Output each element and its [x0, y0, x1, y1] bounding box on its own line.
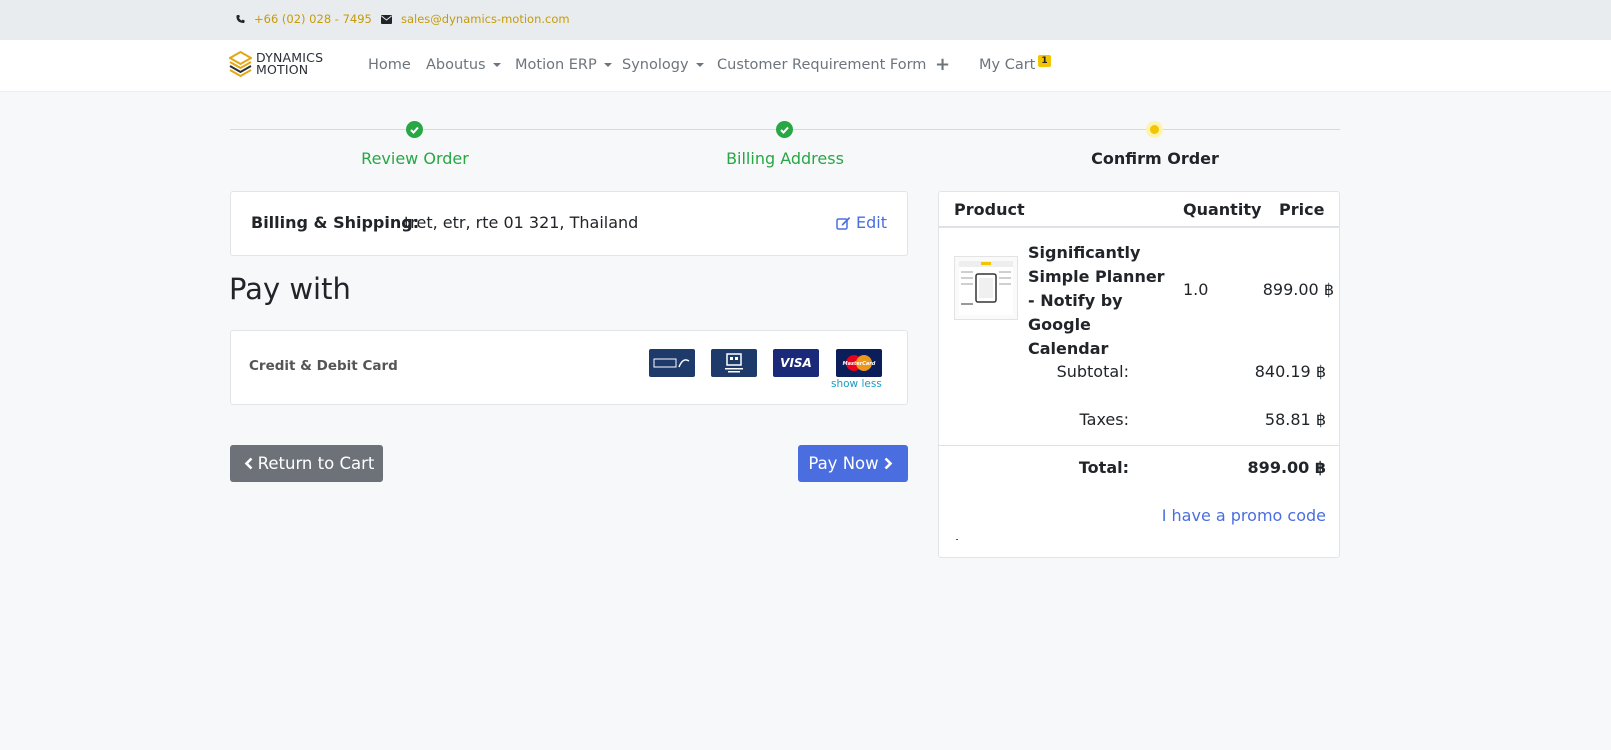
visa-icon: VISA	[773, 349, 819, 377]
payment-method-label: Credit & Debit Card	[249, 358, 398, 374]
brand-logo[interactable]: DYNAMICS MOTION	[229, 51, 323, 77]
check-circle-icon	[776, 121, 793, 138]
check-circle-icon	[406, 121, 423, 138]
pay-with-heading: Pay with	[229, 272, 351, 306]
divider	[939, 445, 1339, 446]
nav-my-cart[interactable]: My Cart 1	[979, 55, 1051, 73]
header-quantity: Quantity	[1183, 200, 1262, 219]
brand-line2: MOTION	[256, 62, 309, 77]
contact-bar: +66 (02) 028 - 7495 sales@dynamics-motio…	[0, 0, 1611, 40]
nav-synology-label: Synology	[622, 57, 689, 73]
nav-home[interactable]: Home	[368, 57, 411, 73]
caret-down-icon	[492, 63, 501, 67]
billing-address: tret, etr, rte 01 321, Thailand	[404, 213, 639, 232]
caret-down-icon	[695, 63, 704, 67]
header-product: Product	[954, 200, 1025, 219]
product-price: 899.00 ฿	[1262, 280, 1334, 299]
mastercard-icon: MasterCard	[836, 349, 882, 377]
envelope-icon	[381, 14, 392, 24]
email-text: sales@dynamics-motion.com	[401, 12, 570, 26]
cart-count-badge: 1	[1038, 55, 1051, 67]
chevron-right-icon	[884, 457, 892, 470]
edit-label: Edit	[856, 213, 887, 232]
order-summary-card: Product Quantity Price Significantly Sim…	[938, 191, 1340, 558]
product-thumbnail[interactable]	[954, 256, 1018, 320]
taxes-label: Taxes:	[1079, 410, 1129, 429]
pay-now-button[interactable]: Pay Now	[798, 445, 908, 482]
step-review-order[interactable]: Review Order	[295, 149, 535, 168]
promo-code-link[interactable]: I have a promo code	[1162, 506, 1326, 525]
total-label: Total:	[1078, 458, 1129, 477]
current-step-dot-icon	[1146, 121, 1163, 138]
show-less-link[interactable]: show less	[831, 378, 882, 390]
main-navbar: DYNAMICS MOTION Home Aboutus Motion ERP …	[0, 40, 1611, 92]
return-to-cart-label: Return to Cart	[257, 454, 375, 473]
nav-cart-label: My Cart	[979, 57, 1036, 73]
thai-qr-icon	[711, 349, 757, 377]
pay-now-label: Pay Now	[808, 454, 879, 473]
subtotal-label: Subtotal:	[1056, 362, 1129, 381]
edit-address-link[interactable]: Edit	[836, 213, 887, 232]
return-to-cart-button[interactable]: Return to Cart	[230, 445, 383, 482]
plus-icon[interactable]: +	[935, 54, 950, 75]
billing-shipping-card: Billing & Shipping: tret, etr, rte 01 32…	[230, 191, 908, 256]
caret-down-icon	[603, 63, 612, 67]
divider	[956, 539, 958, 540]
nav-aboutus-label: Aboutus	[426, 57, 486, 73]
summary-table-header: Product Quantity Price	[939, 192, 1339, 228]
nav-aboutus-dropdown[interactable]: Aboutus	[426, 57, 501, 73]
nav-synology-dropdown[interactable]: Synology	[622, 57, 704, 73]
total-value: 899.00 ฿	[1247, 458, 1326, 477]
taxes-value: 58.81 ฿	[1264, 410, 1326, 429]
promptpay-icon	[649, 349, 695, 377]
step-confirm-order: Confirm Order	[1091, 149, 1219, 168]
subtotal-value: 840.19 ฿	[1254, 362, 1326, 381]
step-billing-address[interactable]: Billing Address	[665, 149, 905, 168]
billing-label: Billing & Shipping:	[251, 213, 420, 232]
email-link[interactable]: sales@dynamics-motion.com	[381, 12, 570, 26]
nav-motion-erp-label: Motion ERP	[515, 57, 597, 73]
product-quantity: 1.0	[1183, 280, 1209, 299]
nav-motion-erp-dropdown[interactable]: Motion ERP	[515, 57, 612, 73]
nav-customer-requirement-form[interactable]: Customer Requirement Form	[717, 57, 926, 73]
phone-link[interactable]: +66 (02) 028 - 7495	[236, 12, 372, 26]
mastercard-text: MasterCard	[843, 361, 876, 367]
payment-method-card[interactable]: Credit & Debit Card VISA MasterCard show…	[230, 330, 908, 405]
chevron-left-icon	[244, 457, 253, 470]
edit-icon	[836, 216, 851, 230]
phone-icon	[236, 14, 245, 24]
header-price: Price	[1279, 200, 1325, 219]
phone-text: +66 (02) 028 - 7495	[254, 12, 372, 26]
brand-name: DYNAMICS MOTION	[256, 51, 323, 77]
product-name[interactable]: Significantly Simple Planner - Notify by…	[1028, 241, 1173, 361]
logo-mark-icon	[229, 51, 252, 77]
